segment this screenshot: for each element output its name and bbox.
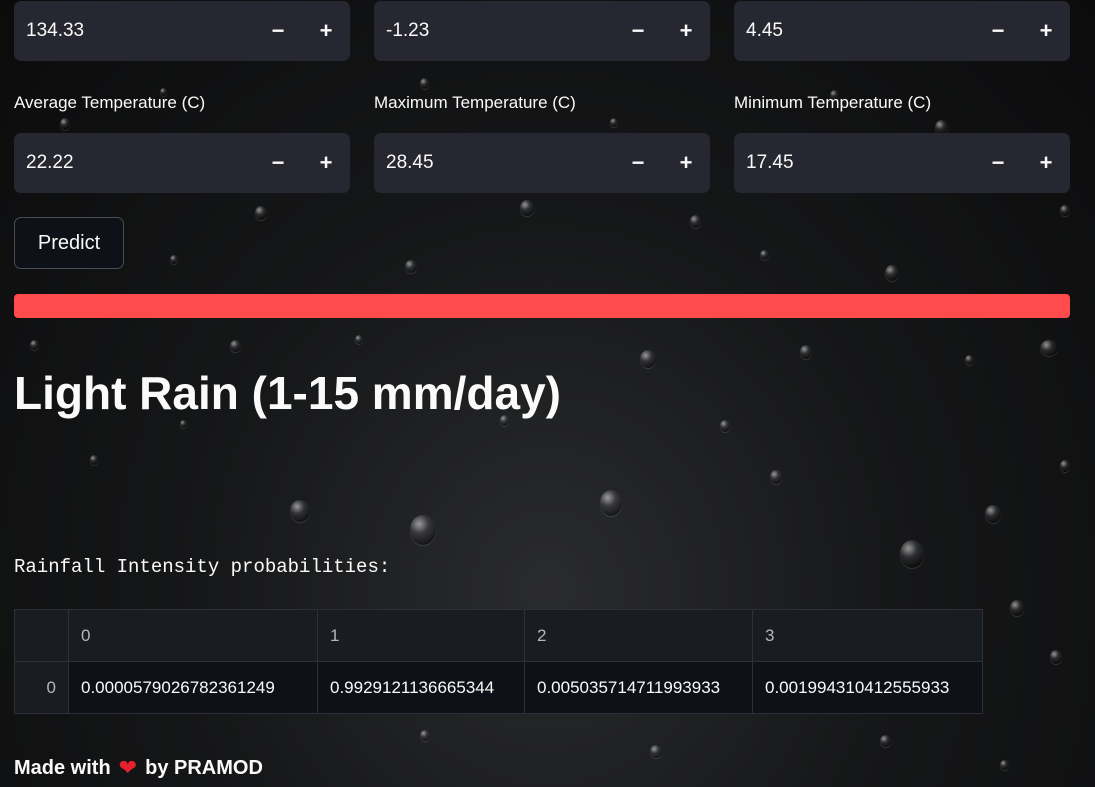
probabilities-table: 0 1 2 3 0 0.0000579026782361249 0.992912… bbox=[14, 609, 983, 714]
footer: Made with ❤ by PRAMOD bbox=[14, 755, 263, 781]
number-input-1: 134.33 − + bbox=[14, 1, 350, 61]
number-input-2: -1.23 − + bbox=[374, 1, 710, 61]
table-header-index bbox=[14, 609, 69, 662]
increment-button[interactable]: + bbox=[1022, 133, 1070, 193]
increment-button[interactable]: + bbox=[662, 1, 710, 61]
avg-temperature-value[interactable]: 22.22 bbox=[14, 152, 254, 174]
min-temperature-input: 17.45 − + bbox=[734, 133, 1070, 193]
decrement-button[interactable]: − bbox=[974, 133, 1022, 193]
table-header-cell: 3 bbox=[752, 609, 983, 662]
max-temperature-input: 28.45 − + bbox=[374, 133, 710, 193]
increment-button[interactable]: + bbox=[302, 1, 350, 61]
decrement-button[interactable]: − bbox=[974, 1, 1022, 61]
progress-bar bbox=[14, 294, 1070, 318]
number-input-3-value[interactable]: 4.45 bbox=[734, 20, 974, 42]
footer-author: by PRAMOD bbox=[145, 756, 263, 779]
table-header-cell: 0 bbox=[68, 609, 318, 662]
table-cell: 0.0000579026782361249 bbox=[68, 661, 318, 714]
increment-button[interactable]: + bbox=[302, 133, 350, 193]
decrement-button[interactable]: − bbox=[614, 133, 662, 193]
table-row: 0 0.0000579026782361249 0.99291211366653… bbox=[14, 661, 983, 714]
table-row-index: 0 bbox=[14, 661, 69, 714]
increment-button[interactable]: + bbox=[662, 133, 710, 193]
number-input-1-value[interactable]: 134.33 bbox=[14, 20, 254, 42]
number-input-3: 4.45 − + bbox=[734, 1, 1070, 61]
prediction-result: Light Rain (1-15 mm/day) bbox=[14, 367, 561, 419]
progress-bar-fill bbox=[14, 294, 1070, 318]
number-input-2-value[interactable]: -1.23 bbox=[374, 20, 614, 42]
increment-button[interactable]: + bbox=[1022, 1, 1070, 61]
min-temperature-value[interactable]: 17.45 bbox=[734, 152, 974, 174]
footer-made-with: Made with bbox=[14, 756, 111, 779]
table-header-row: 0 1 2 3 bbox=[14, 609, 983, 662]
heart-icon: ❤ bbox=[118, 755, 138, 780]
table-header-cell: 1 bbox=[317, 609, 525, 662]
table-cell: 0.001994310412555933 bbox=[752, 661, 983, 714]
decrement-button[interactable]: − bbox=[254, 1, 302, 61]
avg-temperature-input: 22.22 − + bbox=[14, 133, 350, 193]
avg-temperature-label: Average Temperature (C) bbox=[14, 93, 206, 112]
decrement-button[interactable]: − bbox=[254, 133, 302, 193]
max-temperature-value[interactable]: 28.45 bbox=[374, 152, 614, 174]
table-cell: 0.005035714711993933 bbox=[524, 661, 753, 714]
max-temperature-label: Maximum Temperature (C) bbox=[374, 93, 576, 112]
table-header-cell: 2 bbox=[524, 609, 753, 662]
min-temperature-label: Minimum Temperature (C) bbox=[734, 93, 932, 112]
probabilities-label: Rainfall Intensity probabilities: bbox=[14, 556, 391, 578]
decrement-button[interactable]: − bbox=[614, 1, 662, 61]
table-cell: 0.9929121136665344 bbox=[317, 661, 525, 714]
predict-button[interactable]: Predict bbox=[14, 217, 124, 269]
